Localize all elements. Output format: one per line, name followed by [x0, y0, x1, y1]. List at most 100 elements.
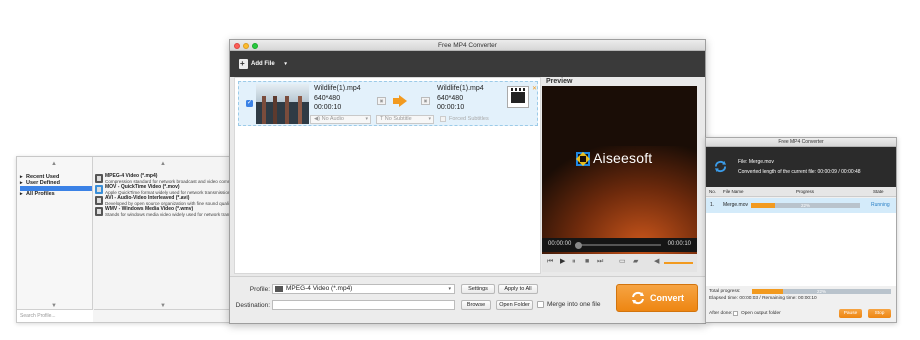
progress-header: File: Merge.mov Converted length of the … — [706, 147, 896, 187]
progress-titlebar: Free MP4 Converter — [706, 138, 896, 147]
file-checkbox[interactable]: ✓ — [246, 100, 253, 107]
film-icon — [95, 207, 103, 216]
minimize-window-button[interactable] — [243, 42, 249, 49]
caret-right-icon: ▸ — [20, 191, 23, 197]
audio-track-select[interactable]: ◀) No Audio ▾ — [310, 115, 371, 124]
row-number: 1. — [710, 202, 715, 208]
format-item-avi[interactable]: AVI - Audio-Video Interleaved (*.avi) De… — [94, 195, 232, 206]
output-format-icon[interactable] — [507, 86, 529, 108]
profile-select[interactable]: MPEG-4 Video (*.mp4) ▾ — [272, 284, 455, 294]
format-description: Compression standard for network broadca… — [105, 178, 231, 184]
output-settings-panel: Profile: MPEG-4 Video (*.mp4) ▾ Settings… — [230, 276, 705, 323]
total-progress-text: 22% — [816, 289, 826, 294]
merge-checkbox[interactable] — [537, 301, 544, 308]
chevron-down-icon: ▾ — [428, 116, 431, 122]
task-progress-text: 22% — [800, 203, 810, 208]
snapshot-icon[interactable]: ▭ — [619, 258, 626, 266]
destination-label: Destination: — [235, 302, 270, 309]
film-icon — [95, 196, 103, 205]
total-time: 00:00:10 — [667, 241, 691, 247]
scroll-up-icon[interactable]: ▲ — [51, 161, 57, 167]
elapsed-remaining-time: Elapsed time: 00:00:03 / Remaining time:… — [709, 296, 817, 301]
speaker-icon: ◀) — [314, 116, 322, 122]
main-titlebar: Free MP4 Converter — [230, 40, 705, 51]
zoom-window-button[interactable] — [252, 42, 258, 49]
open-output-folder-checkbox[interactable] — [733, 311, 738, 316]
window-title: Free MP4 Converter — [438, 42, 497, 49]
merge-label: Merge into one file — [547, 301, 601, 308]
subtitle-select[interactable]: T No Subtitle ▾ — [376, 115, 434, 124]
output-duration: 00:00:10 — [437, 104, 465, 111]
seek-handle[interactable] — [575, 241, 582, 249]
convert-button[interactable]: Convert — [616, 284, 698, 312]
volume-slider[interactable] — [664, 262, 693, 264]
add-file-icon — [239, 57, 248, 71]
tree-item-label: All Profiles — [26, 191, 55, 197]
aiseesoft-logo-icon — [576, 152, 590, 166]
volume-icon[interactable]: ◀ — [654, 258, 659, 266]
folder-icon[interactable]: ▰ — [633, 258, 638, 266]
chevron-down-icon: ▾ — [448, 286, 451, 292]
format-item-wmv[interactable]: WMV - Windows Media Video (*.wmv) Stands… — [94, 206, 232, 217]
dropdown-arrow-icon[interactable]: ▾ — [284, 61, 287, 67]
pause-icon[interactable]: ⏸ — [572, 258, 576, 266]
progress-window: Free MP4 Converter File: Merge.mov Conve… — [705, 137, 897, 323]
pause-button[interactable]: Pause — [839, 309, 862, 318]
edit-icon[interactable]: ▣ — [377, 97, 386, 105]
convert-label: Convert — [650, 293, 685, 303]
source-duration: 00:00:10 — [314, 104, 342, 111]
preview-label: Preview — [546, 78, 573, 85]
main-window: Free MP4 Converter Add File ▾ ✓ Wildlife… — [229, 39, 706, 324]
preview-timebar: 00:00:00 00:00:10 — [542, 238, 697, 252]
profile-category-tree: ▲ ▸ Recent Used ▸ User Defined ▸ All Pro… — [17, 157, 93, 309]
task-state: Running — [871, 202, 890, 208]
settings-button[interactable]: Settings — [461, 284, 495, 294]
profile-search-input[interactable]: Search Profile... — [17, 309, 93, 322]
col-no: No. — [709, 189, 717, 194]
seek-track[interactable] — [575, 244, 661, 246]
close-window-button[interactable] — [234, 42, 240, 49]
col-progress: Progress — [796, 189, 815, 194]
format-item-mp4[interactable]: MPEG-4 Video (*.mp4) Compression standar… — [94, 173, 232, 184]
refresh-icon — [714, 160, 727, 173]
film-icon — [95, 174, 103, 183]
format-description: Stands for windows media video widely us… — [105, 211, 231, 217]
scroll-up-icon[interactable]: ▲ — [160, 161, 166, 167]
play-icon[interactable]: ▶ — [560, 258, 565, 266]
row-file-name: Merge.mov — [723, 202, 749, 208]
task-row[interactable]: 1. Merge.mov 22% Running — [706, 198, 896, 213]
source-info: Wildlife(1).mp4 640*480 00:00:10 — [314, 84, 361, 113]
file-row[interactable]: ✓ Wildlife(1).mp4 640*480 00:00:10 ▣ ▣ W… — [238, 81, 538, 126]
add-file-button[interactable]: Add File ▾ — [239, 57, 287, 71]
after-done-label: After done: — [709, 311, 733, 316]
destination-input[interactable] — [272, 300, 455, 310]
col-state: State — [873, 189, 884, 194]
source-resolution: 640*480 — [314, 94, 341, 102]
format-item-mov[interactable]: MOV - QuickTime Video (*.mov) Apple Quic… — [94, 184, 232, 195]
profile-window: ▲ ▸ Recent Used ▸ User Defined ▸ All Pro… — [16, 156, 231, 323]
apply-to-all-button[interactable]: Apply to All — [498, 284, 538, 294]
playback-controls: ⏮ ▶ ⏸ ■ ⏭ ▭ ▰ ◀ — [542, 254, 697, 272]
forced-subtitles-label: Forced Subtitles — [449, 116, 489, 122]
edit-output-icon[interactable]: ▣ — [421, 97, 430, 105]
output-file-name: Wildlife(1).mp4 — [437, 85, 484, 92]
skip-forward-icon[interactable]: ⏭ — [597, 258, 603, 266]
chevron-down-icon: ▾ — [365, 116, 368, 122]
file-list: ✓ Wildlife(1).mp4 640*480 00:00:10 ▣ ▣ W… — [234, 77, 541, 274]
stop-button[interactable]: Stop — [868, 309, 891, 318]
browse-button[interactable]: Browse — [461, 300, 491, 310]
total-progress-label: Total progress: — [709, 289, 741, 294]
video-thumbnail — [256, 84, 309, 124]
profile-bottom-bar — [94, 309, 230, 322]
quicktime-icon — [95, 185, 103, 194]
stop-icon[interactable]: ■ — [585, 258, 589, 266]
film-icon — [275, 286, 283, 292]
forced-subtitles-checkbox[interactable] — [440, 116, 446, 122]
tree-item-all-profiles[interactable]: ▸ All Profiles — [20, 191, 92, 198]
skip-back-icon[interactable]: ⏮ — [547, 258, 553, 266]
logo-text: Aiseesoft — [593, 150, 653, 166]
open-folder-button[interactable]: Open Folder — [496, 300, 533, 310]
convert-icon — [632, 291, 644, 305]
remove-file-icon[interactable]: ✕ — [532, 85, 537, 92]
output-resolution: 640*480 — [437, 94, 464, 102]
